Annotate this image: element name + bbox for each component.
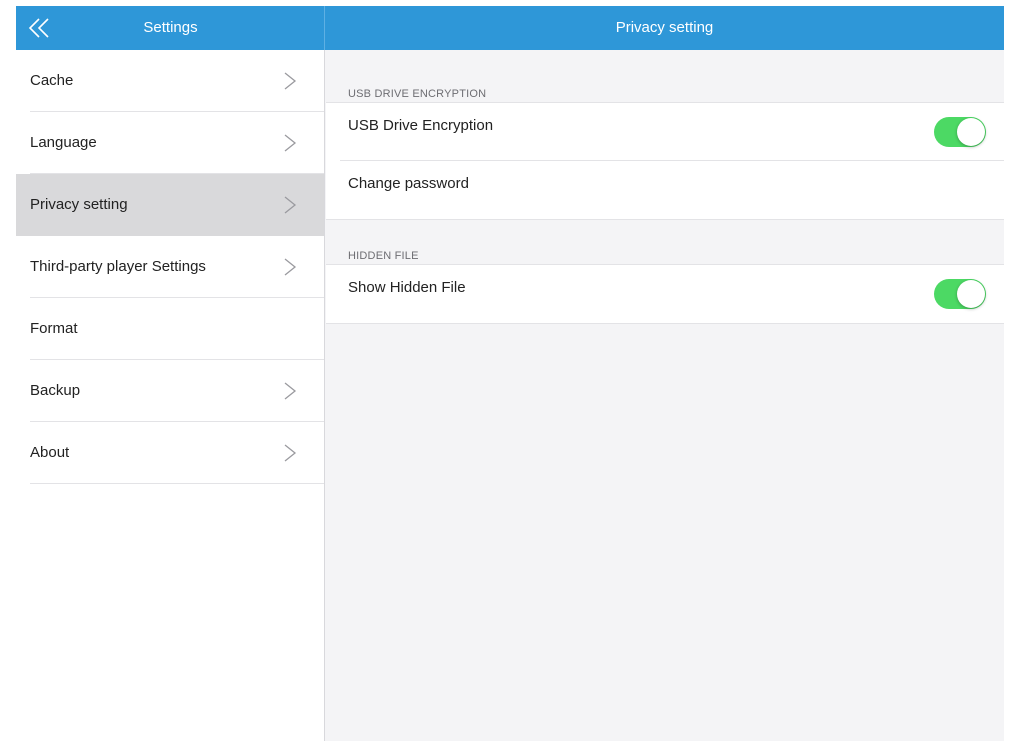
sidebar-item-label: About <box>30 444 70 461</box>
divider <box>30 483 324 484</box>
toggle-knob <box>957 118 985 146</box>
row-label: Change password <box>348 175 469 192</box>
sidebar-item-label: Privacy setting <box>30 196 128 213</box>
sidebar-item-language[interactable]: Language <box>16 112 324 174</box>
row-label: USB Drive Encryption <box>348 117 494 134</box>
show-hidden-file-toggle[interactable] <box>934 279 986 309</box>
chevron-right-icon <box>284 258 297 276</box>
sidebar-item-backup[interactable]: Backup <box>16 360 324 422</box>
change-password-row[interactable]: Change password <box>326 161 1004 219</box>
sidebar-item-label: Format <box>30 320 78 337</box>
sidebar-item-privacy-setting[interactable]: Privacy setting <box>16 174 324 236</box>
row-label: Show Hidden File <box>348 279 466 296</box>
double-chevron-left-icon <box>28 18 49 38</box>
hidden-file-group: Show Hidden File <box>326 264 1004 324</box>
navigation-bar: Settings Privacy setting <box>16 6 1004 50</box>
sidebar-item-about[interactable]: About <box>16 422 324 484</box>
sidebar-item-label: Language <box>30 134 97 151</box>
sidebar-item-label: Backup <box>30 382 81 399</box>
sidebar-item-label: Third-party player Settings <box>30 258 206 275</box>
detail-title: Privacy setting <box>615 19 714 36</box>
usb-drive-encryption-row: USB Drive Encryption <box>326 103 1004 161</box>
sidebar-item-label: Cache <box>30 72 74 89</box>
back-button[interactable] <box>24 12 56 44</box>
chevron-right-icon <box>284 134 297 152</box>
usb-encryption-group: USB Drive Encryption Change password <box>326 102 1004 220</box>
chevron-right-icon <box>284 382 297 400</box>
chevron-right-icon <box>284 196 297 214</box>
privacy-settings-panel: USB DRIVE ENCRYPTION USB Drive Encryptio… <box>326 50 1004 741</box>
sidebar-item-format[interactable]: Format <box>16 298 324 360</box>
toggle-knob <box>957 280 985 308</box>
sidebar-title: Settings <box>143 19 198 36</box>
settings-sidebar: Cache Language Privacy setting Third-par… <box>16 50 325 741</box>
show-hidden-file-row: Show Hidden File <box>326 265 1004 323</box>
usb-drive-encryption-toggle[interactable] <box>934 117 986 147</box>
chevron-right-icon <box>284 444 297 462</box>
chevron-right-icon <box>284 72 297 90</box>
section-header-hidden-file: HIDDEN FILE <box>348 250 419 262</box>
settings-app: Settings Privacy setting Cache Language … <box>16 6 1004 741</box>
sidebar-header: Settings <box>16 6 325 50</box>
sidebar-item-third-party-player-settings[interactable]: Third-party player Settings <box>16 236 324 298</box>
section-header-usb-drive-encryption: USB DRIVE ENCRYPTION <box>348 88 487 100</box>
sidebar-item-cache[interactable]: Cache <box>16 50 324 112</box>
